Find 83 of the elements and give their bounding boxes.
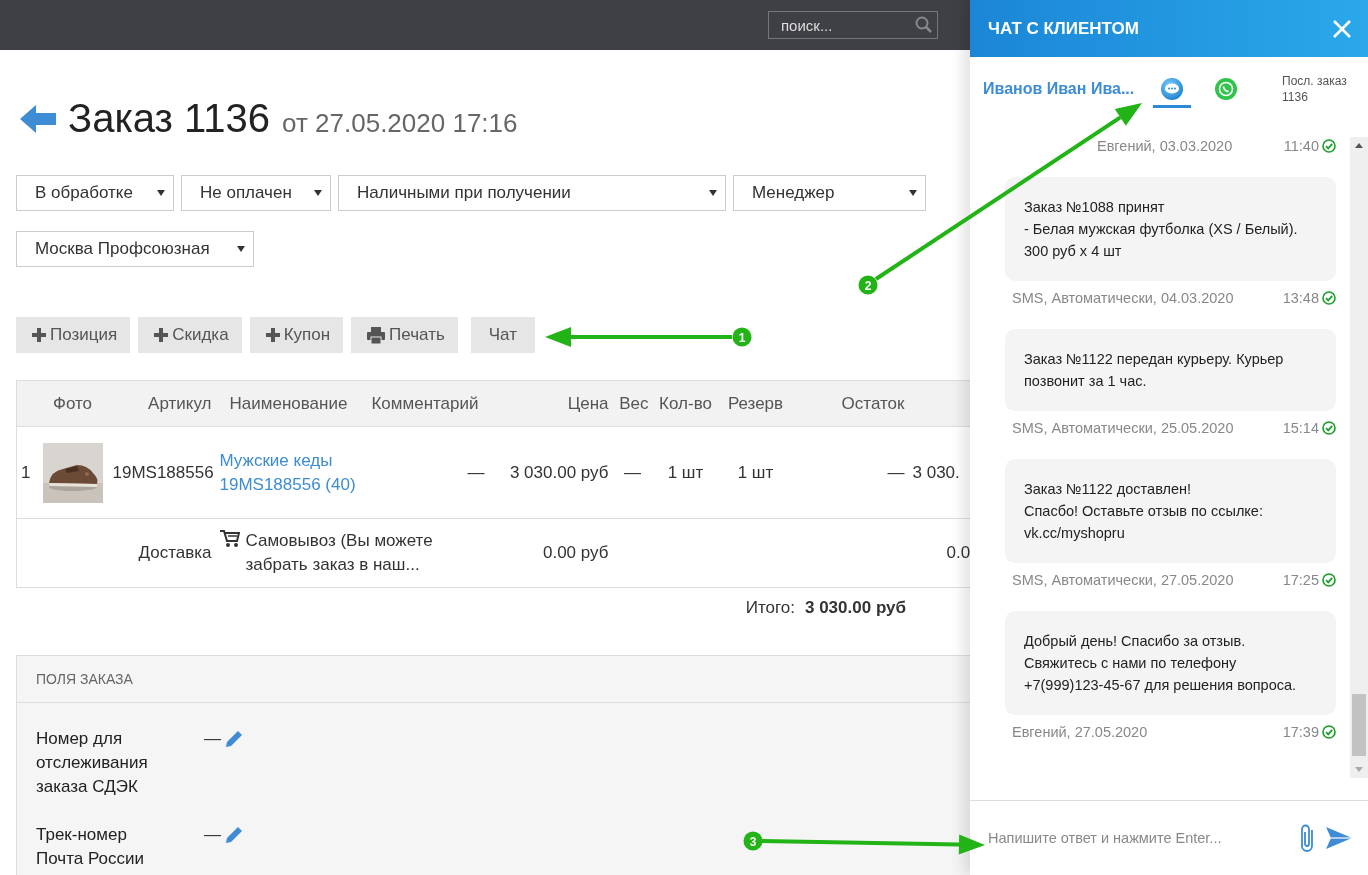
message-bubble: Заказ №1122 доставлен! Спасбо! Оставьте отзыв по ссылке: vk.cc/myshopru — [1005, 459, 1336, 563]
caret-icon — [237, 246, 245, 252]
plus-icon — [154, 328, 169, 342]
field-label: Номер для отслеживания заказа СДЭК — [36, 728, 149, 798]
toolbar-button[interactable]: Чат — [470, 317, 535, 353]
pencil-icon[interactable] — [225, 826, 243, 844]
field-label: Трек-номер Почта России — [36, 824, 145, 870]
message-time: 15:14 — [1282, 420, 1319, 436]
message-sender: Евгений, 03.03.2020 — [1097, 138, 1233, 154]
column-header: Комментарий — [361, 380, 489, 427]
toolbar-button[interactable]: Купон — [249, 317, 344, 353]
dropdown[interactable]: Москва Профсоюзная — [16, 231, 254, 267]
scrollbar[interactable] — [1350, 137, 1368, 778]
column-header: Наименование — [215, 380, 362, 427]
message-sender: Евгений, 27.05.2020 — [1012, 724, 1148, 740]
table-cell: — — [792, 426, 909, 519]
paperclip-icon[interactable] — [1300, 824, 1314, 852]
message-time: 17:25 — [1282, 572, 1319, 588]
message-time: 17:39 — [1282, 724, 1319, 740]
plus-icon — [265, 328, 280, 342]
column-header: Артикул — [108, 380, 216, 427]
send-icon[interactable] — [1326, 827, 1352, 849]
search-icon[interactable] — [915, 16, 932, 33]
table-cell: 1 шт — [718, 426, 793, 519]
caret-icon — [314, 190, 322, 196]
message-time: 13:48 — [1282, 290, 1319, 306]
step-badge: 1 — [732, 327, 752, 347]
message-bubble: Заказ №1088 принят - Белая мужская футболка (XS / Белый). 300 руб x 4 шт — [1005, 177, 1336, 281]
customer-name[interactable]: Иванов Иван Ива... — [983, 80, 1153, 98]
table-cell: 0.00 руб — [488, 518, 613, 588]
search-field[interactable]: поиск... — [768, 11, 938, 39]
step-badge: 2 — [858, 275, 878, 295]
field-value: — — [204, 825, 221, 845]
total-label: Итого: — [745, 598, 795, 618]
sms-bubble-icon — [1160, 77, 1184, 101]
channel-tab[interactable] — [1153, 77, 1191, 108]
table-cell: 3 030.00 руб — [488, 426, 613, 519]
order-date: от 27.05.2020 17:16 — [282, 108, 518, 139]
message-time: 11:40 — [1283, 138, 1319, 154]
toolbar-button[interactable]: Скидка — [138, 317, 242, 353]
plus-icon — [32, 328, 46, 342]
caret-icon — [709, 190, 717, 196]
close-icon[interactable] — [1332, 18, 1352, 39]
caret-icon — [909, 190, 917, 196]
message-bubble: Заказ №1122 передан курьеру. Курьер позвонит за 1 час. — [1005, 329, 1336, 411]
dropdown[interactable]: Менеджер — [733, 175, 926, 211]
last-order-label: Посл. заказ — [1282, 73, 1348, 89]
field-value: — — [204, 729, 221, 749]
total-value: 3 030.00 руб — [805, 598, 906, 618]
step-badge: 3 — [743, 831, 763, 851]
message-sender: SMS, Автоматически, 04.03.2020 — [1012, 290, 1234, 306]
dropdown[interactable]: В обработке — [16, 175, 174, 211]
toolbar-button[interactable]: Печать — [351, 317, 458, 353]
column-header: Вес — [612, 380, 653, 427]
message-bubble: Добрый день! Спасибо за отзыв. Свяжитесь с нами по телефону +7(999)123-45-67 для решения вопроса. — [1005, 611, 1336, 715]
panel-title: ПОЛЯ ЗАКАЗА — [36, 671, 133, 687]
column-header: Цена — [488, 380, 613, 427]
column-header: Фото — [36, 380, 109, 427]
product-link[interactable]: Мужские кеды 19MS188556 (40) — [219, 448, 358, 497]
table-cell: — — [612, 426, 653, 519]
table-cell-text: Самовывоз (Вы можете забрать заказ в наш... — [245, 530, 434, 576]
order-title: Заказ 1136 — [68, 96, 271, 141]
table-cell: — — [361, 426, 489, 519]
back-arrow-icon[interactable] — [20, 104, 56, 133]
message-sender: SMS, Автоматически, 25.05.2020 — [1012, 420, 1234, 436]
phone-bubble-icon — [1214, 77, 1238, 101]
toolbar-button[interactable]: Позиция — [16, 317, 131, 353]
table-cell: 1 шт — [652, 426, 719, 519]
cart-icon — [219, 529, 240, 547]
dropdown[interactable]: Не оплачен — [181, 175, 331, 211]
message-sender: SMS, Автоматически, 27.05.2020 — [1012, 572, 1234, 588]
caret-icon — [157, 190, 165, 196]
column-header: Резерв — [718, 380, 793, 427]
chat-title: ЧАТ С КЛИЕНТОМ — [988, 18, 1139, 39]
table-cell: 19MS188556 — [108, 426, 216, 519]
printer-icon — [367, 326, 386, 344]
table-cell: Доставка — [108, 518, 216, 588]
last-order-number: 1136 — [1282, 89, 1309, 105]
pencil-icon[interactable] — [225, 730, 243, 748]
dropdown[interactable]: Наличными при получении — [338, 175, 726, 211]
table-cell: 1 — [16, 426, 37, 519]
column-header: Кол-во — [652, 380, 719, 427]
column-header: Остаток — [792, 380, 909, 427]
